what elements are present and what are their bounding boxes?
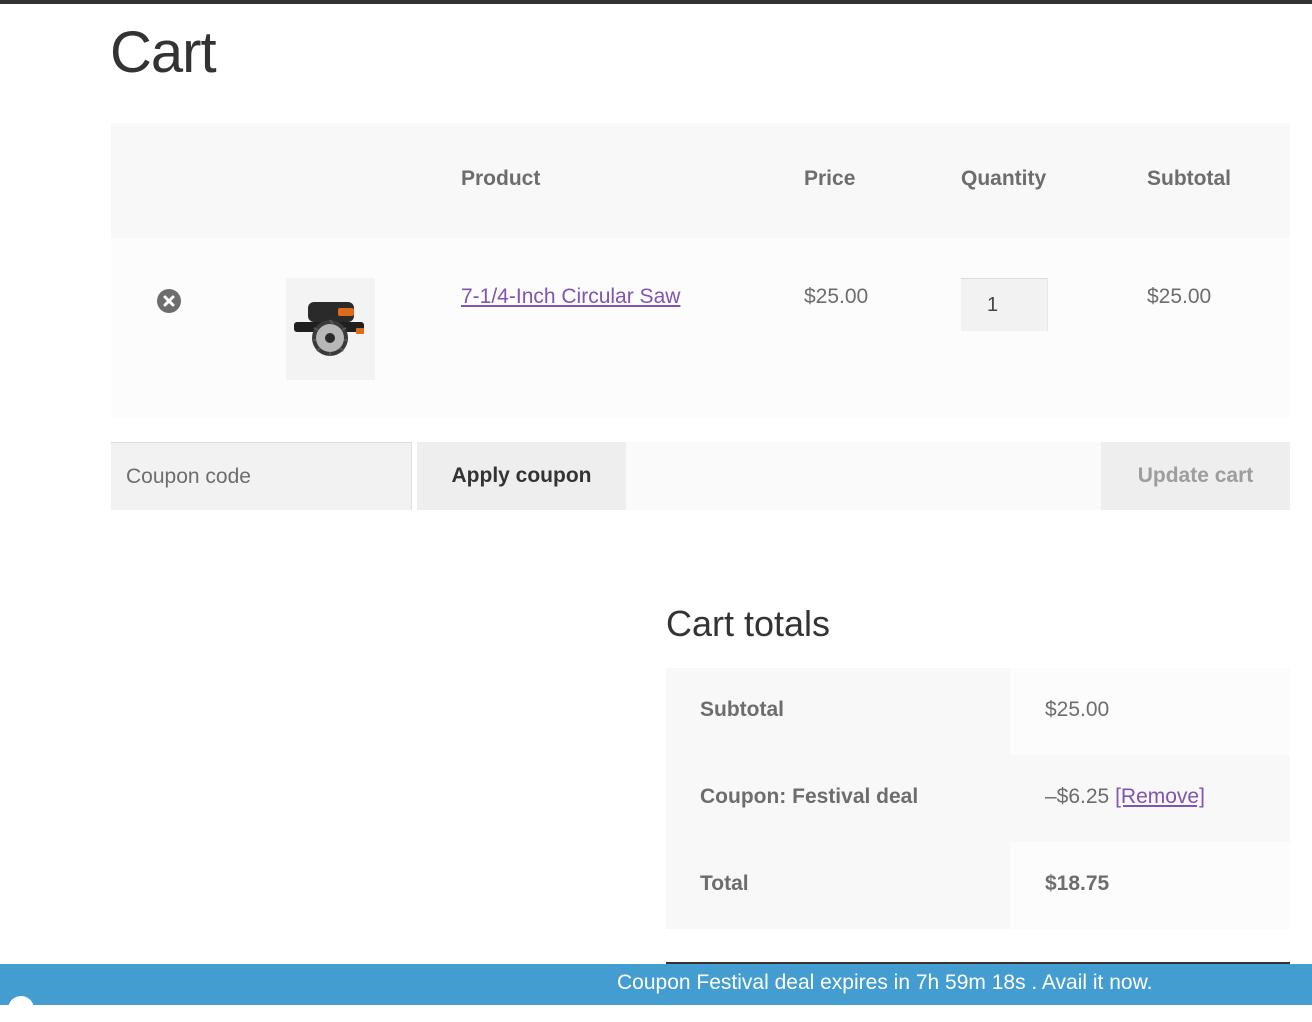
product-thumbnail[interactable] (286, 278, 375, 380)
cart-table-header: Product Price Quantity Subtotal (111, 123, 1290, 238)
product-name-link[interactable]: 7-1/4-Inch Circular Saw (461, 285, 680, 309)
actions-row-background (626, 442, 1101, 510)
cart-table: Product Price Quantity Subtotal 7-1/4-In… (111, 123, 1290, 418)
header-subtotal: Subtotal (1147, 167, 1231, 190)
item-price: $25.00 (804, 285, 869, 308)
totals-row-subtotal: Subtotal $25.00 (666, 668, 1290, 755)
header-quantity: Quantity (961, 167, 1047, 190)
totals-row-total: Total $18.75 (666, 842, 1290, 929)
update-cart-button[interactable]: Update cart (1101, 442, 1290, 510)
total-label: Total (700, 872, 749, 895)
remove-coupon-link[interactable]: [Remove] (1115, 785, 1205, 808)
item-subtotal: $25.00 (1147, 285, 1212, 308)
remove-item-icon[interactable] (157, 289, 181, 313)
chat-bubble-icon[interactable] (8, 996, 34, 1022)
coupon-label: Coupon: Festival deal (700, 785, 919, 808)
cart-totals-title: Cart totals (666, 603, 831, 644)
page-title: Cart (110, 20, 217, 85)
total-value: $18.75 (1045, 872, 1110, 895)
top-bar (0, 0, 1312, 4)
apply-coupon-button[interactable]: Apply coupon (417, 442, 626, 510)
circular-saw-image (294, 302, 364, 356)
header-product: Product (461, 167, 541, 190)
totals-row-coupon: Coupon: Festival deal –$6.25 [Remove] (666, 755, 1290, 842)
coupon-code-input[interactable] (111, 442, 412, 510)
coupon-expiry-banner: Coupon Festival deal expires in 7h 59m 1… (0, 964, 1312, 1022)
quantity-input[interactable] (961, 278, 1048, 331)
banner-text: Coupon Festival deal expires in 7h 59m 1… (617, 971, 1153, 994)
cart-item-row: 7-1/4-Inch Circular Saw $25.00 $25.00 (111, 238, 1290, 418)
cart-totals-table: Subtotal $25.00 Coupon: Festival deal –$… (666, 668, 1290, 929)
header-price: Price (804, 167, 856, 190)
coupon-discount-value: –$6.25 (1045, 785, 1110, 808)
subtotal-label: Subtotal (700, 698, 784, 721)
subtotal-value: $25.00 (1045, 698, 1110, 721)
